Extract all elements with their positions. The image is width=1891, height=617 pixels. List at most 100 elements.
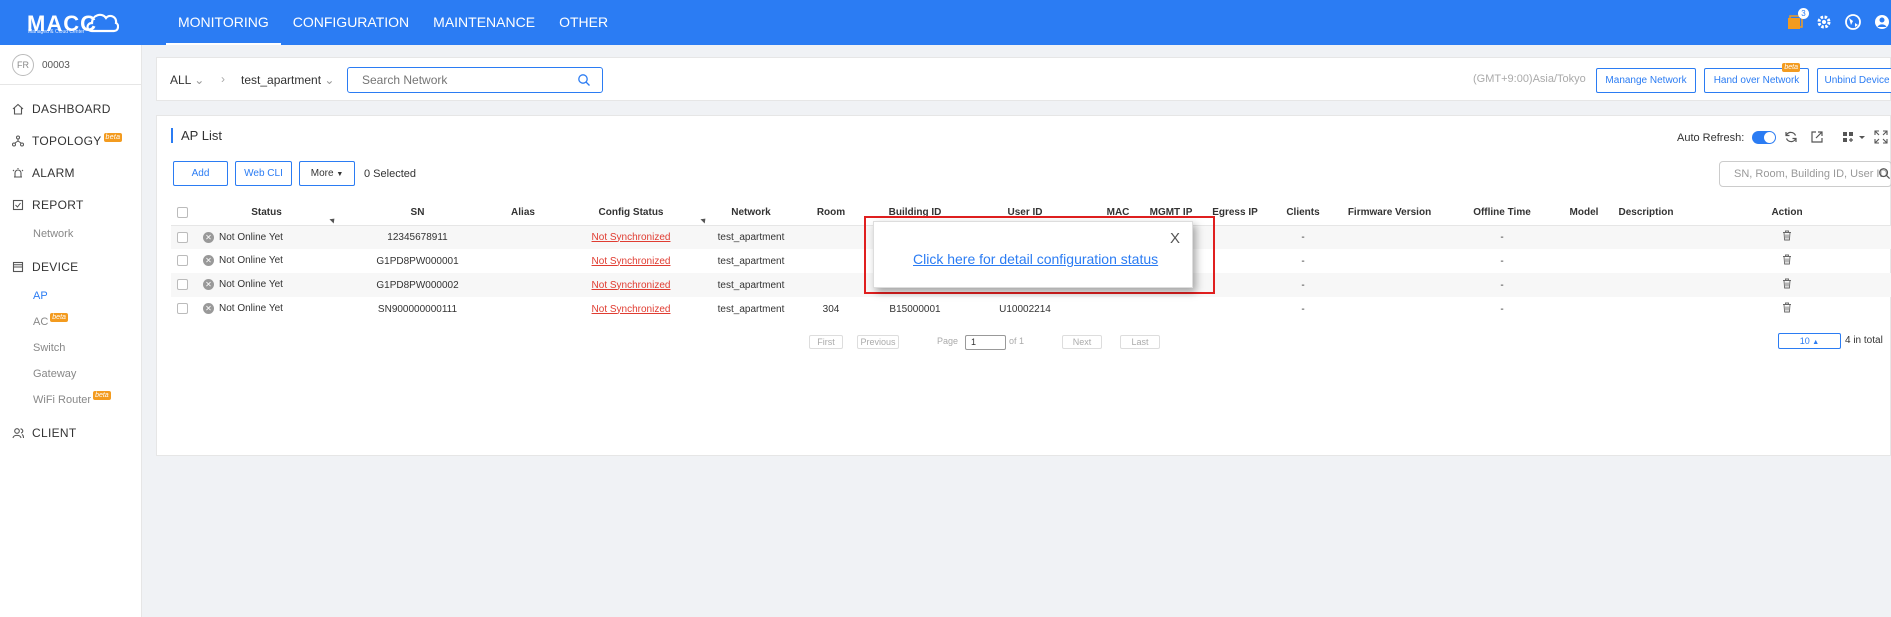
col-description[interactable]: Description — [1610, 201, 1682, 226]
row-checkbox[interactable] — [176, 303, 188, 315]
clients-cell: - — [1301, 279, 1305, 291]
more-label: More — [310, 168, 334, 179]
next-page-button[interactable]: Next — [1062, 335, 1102, 349]
model-cell — [1558, 273, 1610, 297]
notification-icon[interactable]: 3 — [1786, 8, 1809, 31]
config-status-link[interactable]: Not Synchronized — [592, 304, 671, 315]
page-of-label: of 1 — [1009, 336, 1025, 346]
config-status-link[interactable]: Not Synchronized — [592, 256, 671, 267]
config-status-cell: Not Synchronized — [551, 249, 711, 273]
sidebar-item-alarm[interactable]: ALARM — [0, 157, 142, 189]
caret-down-icon: ▼ — [336, 171, 344, 178]
delete-icon[interactable] — [1782, 302, 1792, 313]
sidebar-item-device[interactable]: DEVICE — [0, 251, 142, 283]
auto-refresh-toggle[interactable] — [1752, 131, 1776, 144]
filter-bar: ALL ⌄ › test_apartment ⌄ (GMT+9:00)Asia/… — [156, 57, 1891, 101]
fullscreen-icon[interactable] — [1874, 130, 1888, 144]
sidebar-subitem-switch[interactable]: Switch — [0, 335, 142, 361]
config-status-link[interactable]: Not Synchronized — [592, 232, 671, 243]
room-cell — [791, 273, 871, 297]
last-page-button[interactable]: Last — [1120, 335, 1160, 349]
sort-icon[interactable] — [700, 215, 708, 224]
page-input[interactable]: 1 — [965, 335, 1006, 350]
scope-dropdown[interactable]: ALL ⌄ — [170, 73, 204, 87]
ap-search-input[interactable]: SN, Room, Building ID, User ID — [1719, 161, 1891, 187]
col-offline-time[interactable]: Offline Time — [1446, 201, 1558, 226]
network-link[interactable]: test_apartment — [711, 273, 791, 297]
topology-icon — [12, 135, 24, 147]
network-search-input[interactable] — [347, 67, 603, 93]
columns-icon[interactable] — [1842, 130, 1856, 144]
network-link[interactable]: test_apartment — [711, 225, 791, 249]
more-button[interactable]: More ▼ — [299, 161, 355, 186]
col-model[interactable]: Model — [1558, 201, 1610, 226]
panel-title: AP List — [171, 128, 222, 143]
sidebar-item-dashboard[interactable]: DASHBOARD — [0, 93, 142, 125]
detail-config-status-link[interactable]: Click here for detail configuration stat… — [913, 251, 1158, 267]
first-page-button[interactable]: First — [809, 335, 843, 349]
export-icon[interactable] — [1810, 130, 1824, 144]
row-checkbox[interactable] — [176, 279, 188, 291]
sidebar-item-client[interactable]: CLIENT — [0, 417, 142, 449]
avatar[interactable]: FR — [12, 54, 34, 76]
sn-link[interactable]: SN900000000111 — [340, 297, 495, 321]
caret-down-icon[interactable] — [1858, 130, 1866, 144]
sn-link[interactable]: 12345678911 — [340, 225, 495, 249]
col-config-status[interactable]: Config Status — [551, 201, 711, 226]
hand-over-network-button[interactable]: Hand over Network beta — [1704, 63, 1809, 93]
network-dropdown[interactable]: test_apartment ⌄ — [241, 73, 334, 87]
gear-icon[interactable] — [1815, 13, 1833, 31]
nav-other[interactable]: OTHER — [547, 0, 620, 45]
delete-icon[interactable] — [1782, 230, 1792, 241]
delete-icon[interactable] — [1782, 254, 1792, 265]
add-button[interactable]: Add — [173, 161, 228, 186]
globe-icon[interactable] — [1844, 13, 1862, 31]
web-cli-button[interactable]: Web CLI — [235, 161, 292, 186]
close-icon[interactable]: X — [1170, 230, 1180, 247]
sidebar-subitem-ac[interactable]: AC beta — [0, 309, 142, 335]
sidebar-menu: DASHBOARD TOPOLOGY beta ALARM REPORT Netw… — [0, 93, 142, 449]
col-room[interactable]: Room — [791, 201, 871, 226]
offline-time-cell: - — [1500, 303, 1504, 315]
refresh-icon[interactable] — [1784, 130, 1798, 144]
row-checkbox[interactable] — [176, 231, 188, 243]
sort-icon[interactable] — [329, 215, 337, 224]
sidebar-subitem-ap[interactable]: AP — [0, 283, 142, 309]
search-icon[interactable] — [577, 73, 591, 87]
sidebar-subitem-gateway[interactable]: Gateway — [0, 361, 142, 387]
account-icon[interactable] — [1873, 13, 1891, 31]
nav-maintenance[interactable]: MAINTENANCE — [421, 0, 547, 45]
table-row[interactable]: ✕ Not Online Yet SN900000000111 Not Synch… — [171, 297, 1891, 321]
report-icon — [12, 199, 24, 211]
col-sn[interactable]: SN — [340, 201, 495, 226]
nav-monitoring[interactable]: MONITORING — [166, 0, 281, 45]
client-icon — [12, 428, 24, 439]
col-firmware-version[interactable]: Firmware Version — [1333, 201, 1446, 226]
network-link[interactable]: test_apartment — [711, 249, 791, 273]
nav-configuration[interactable]: CONFIGURATION — [281, 0, 421, 45]
network-link[interactable]: test_apartment — [711, 297, 791, 321]
page-size-select[interactable]: 10 ▲ — [1778, 333, 1841, 349]
col-status[interactable]: Status — [193, 201, 340, 226]
select-all-checkbox[interactable] — [176, 207, 188, 219]
sidebar-item-report[interactable]: REPORT — [0, 189, 142, 221]
col-alias[interactable]: Alias — [495, 201, 551, 226]
manage-network-button[interactable]: Manange Network — [1596, 68, 1696, 93]
col-clients[interactable]: Clients — [1273, 201, 1333, 226]
offline-time-cell: - — [1500, 279, 1504, 291]
sn-link[interactable]: G1PD8PW000001 — [340, 249, 495, 273]
search-icon[interactable] — [1878, 167, 1891, 180]
previous-page-button[interactable]: Previous — [857, 335, 899, 349]
brand-logo[interactable]: MACC Managed & Cloud Center — [27, 9, 122, 36]
delete-icon[interactable] — [1782, 278, 1792, 289]
sidebar-subitem-network[interactable]: Network — [0, 221, 142, 247]
sidebar-subitem-wifi-router[interactable]: WiFi Router beta — [0, 387, 142, 413]
sidebar-item-topology[interactable]: TOPOLOGY beta — [0, 125, 142, 157]
col-network[interactable]: Network — [711, 201, 791, 226]
row-checkbox[interactable] — [176, 255, 188, 267]
clients-cell: - — [1301, 303, 1305, 315]
unbind-device-button[interactable]: Unbind Device — [1817, 68, 1891, 93]
chevron-down-icon: ⌄ — [194, 73, 205, 87]
config-status-link[interactable]: Not Synchronized — [592, 280, 671, 291]
sn-link[interactable]: G1PD8PW000002 — [340, 273, 495, 297]
